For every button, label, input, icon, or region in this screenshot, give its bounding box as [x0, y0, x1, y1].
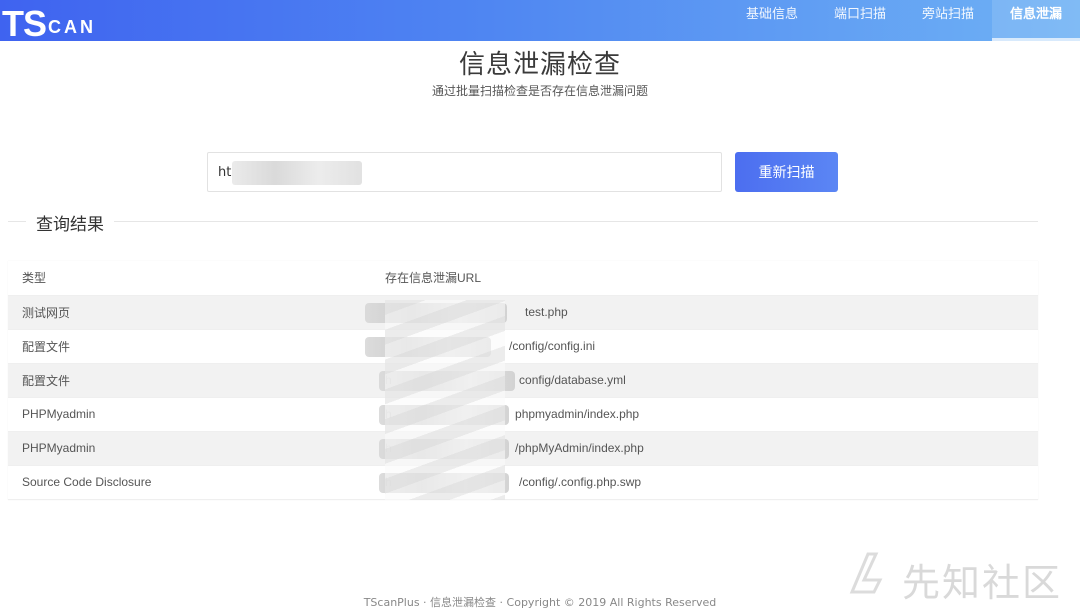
row-url[interactable]: h /config/.config.php.swp: [371, 465, 1038, 500]
row-type: Source Code Disclosure: [8, 465, 371, 500]
table-header-row: 类型 存在信息泄漏URL: [8, 261, 1038, 296]
row-url-text: /config/config.ini: [509, 339, 596, 353]
watermark-text: 先知社区: [901, 561, 1062, 605]
page-subtitle: 通过批量扫描检查是否存在信息泄漏问题: [431, 84, 648, 98]
redacted-url-mask: [379, 472, 509, 493]
redacted-url-mask: [365, 336, 491, 357]
rescan-button[interactable]: 重新扫描: [735, 152, 838, 192]
nav-item-basic-info[interactable]: 基础信息: [728, 0, 816, 41]
row-url-text: phpmyadmin/index.php: [515, 407, 640, 421]
row-type: PHPMyadmin: [8, 431, 371, 466]
table-row: Source Code Disclosure h /config/.config…: [8, 465, 1038, 500]
nav-item-info-leak[interactable]: 信息泄漏: [991, 0, 1080, 41]
column-header-url: 存在信息泄漏URL: [371, 261, 1038, 296]
watermark-logo-icon: [849, 552, 883, 594]
redacted-url-mask: [379, 370, 515, 391]
row-url[interactable]: h config/database.yml: [371, 363, 1038, 398]
results-table: 类型 存在信息泄漏URL 测试网页 test.php 配置文件 /config/…: [8, 261, 1038, 500]
table-row: 配置文件 h config/database.yml: [8, 363, 1038, 398]
redacted-url-mask: [379, 438, 509, 459]
logo-mark: TS: [2, 3, 47, 44]
top-navbar: TS CAN 基础信息 端口扫描 旁站扫描 信息泄漏: [0, 0, 1080, 44]
row-url-text: /config/.config.php.swp: [519, 475, 642, 489]
table-row: PHPMyadmin h /phpMyAdmin/index.php: [8, 431, 1038, 466]
section-divider: [8, 221, 1038, 222]
results-section-title: 查询结果: [26, 210, 114, 235]
nav-item-port-scan[interactable]: 端口扫描: [816, 0, 904, 41]
redacted-url-mask: [379, 404, 509, 425]
page-title: 信息泄漏检查: [458, 50, 621, 80]
row-url[interactable]: h /phpMyAdmin/index.php: [371, 431, 1038, 466]
row-type: 配置文件: [8, 363, 371, 398]
table-row: 测试网页 test.php: [8, 295, 1038, 330]
redacted-url-mask: [232, 161, 362, 185]
row-url-text: test.php: [525, 305, 568, 319]
table-row: PHPMyadmin h phpmyadmin/index.php: [8, 397, 1038, 432]
row-type: 配置文件: [8, 329, 371, 364]
nav-item-side-site-scan[interactable]: 旁站扫描: [904, 0, 992, 41]
logo-text: CAN: [48, 17, 97, 37]
table-row: 配置文件 /config/config.ini: [8, 329, 1038, 364]
column-header-type: 类型: [8, 261, 371, 296]
row-type: PHPMyadmin: [8, 397, 371, 432]
row-url[interactable]: /config/config.ini: [365, 329, 1038, 364]
app-logo[interactable]: TS CAN: [0, 0, 97, 44]
row-url-text: /phpMyAdmin/index.php: [515, 441, 644, 455]
main-nav: 基础信息 端口扫描 旁站扫描 信息泄漏: [728, 0, 1080, 41]
row-type: 测试网页: [8, 295, 371, 330]
row-url-text: config/database.yml: [519, 373, 626, 387]
row-url[interactable]: h phpmyadmin/index.php: [371, 397, 1038, 432]
row-url[interactable]: test.php: [365, 295, 1038, 330]
redacted-url-mask: [365, 302, 507, 323]
